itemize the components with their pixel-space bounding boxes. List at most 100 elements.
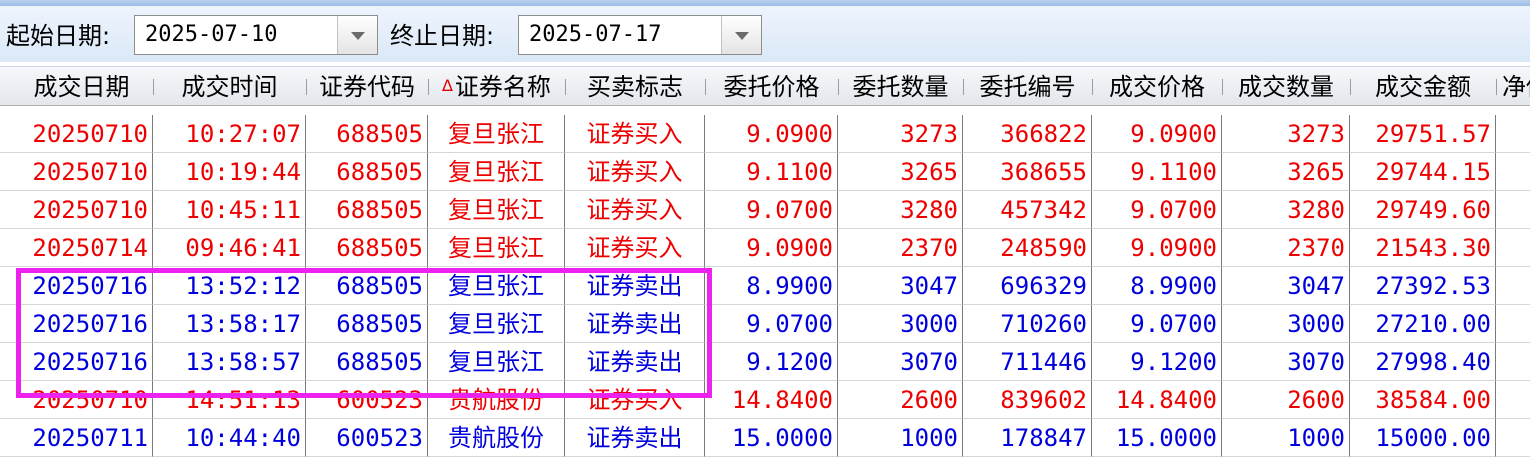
cell-order-qty: 2600 [838,381,963,419]
cell-trade-time: 10:45:11 [153,191,306,229]
grid-header: 成交日期 成交时间 证券代码 ∆证券名称 买卖标志 委托价格 委托数量 委托编号 成交价格 成交数… [0,66,1530,106]
cell-fill-qty: 3273 [1222,115,1350,153]
end-date-dropdown-button[interactable] [721,16,761,54]
column-header-security-code[interactable]: 证券代码 [306,67,428,105]
cell-trade-time: 10:44:40 [153,419,306,457]
column-header-label: 成交价格 [1109,73,1205,101]
end-date-label: 终止日期: [390,22,495,50]
cell-order-qty: 2370 [838,229,963,267]
cell-order-id: 366822 [963,115,1092,153]
table-row[interactable]: 20250710 10:27:07 688505 复旦张江 证券买入 9.0900 3273… [0,115,1530,153]
chevron-down-icon [351,32,365,40]
cell-net-commission [1496,419,1530,457]
cell-trade-date: 20250716 [0,267,153,305]
cell-trade-time: 13:58:57 [153,343,306,381]
cell-fill-qty: 2600 [1222,381,1350,419]
cell-trade-time: 13:52:12 [153,267,306,305]
cell-order-qty: 3070 [838,343,963,381]
date-filter-toolbar: 起始日期: 2025-07-10 终止日期: 2025-07-17 [0,6,1530,62]
cell-security-code: 688505 [306,229,428,267]
cell-fill-qty: 3070 [1222,343,1350,381]
cell-order-price: 8.9900 [705,267,838,305]
cell-order-price: 9.0700 [705,191,838,229]
cell-security-code: 600523 [306,419,428,457]
cell-trade-date: 20250710 [0,115,153,153]
chevron-down-icon [735,32,749,40]
table-row[interactable]: 20250710 10:45:11 688505 复旦张江 证券买入 9.0700 3280… [0,191,1530,229]
table-row[interactable]: 20250711 10:44:40 600523 贵航股份 证券卖出 15.0000 100… [0,419,1530,457]
cell-net-commission [1496,153,1530,191]
cell-net-commission [1496,229,1530,267]
cell-net-commission [1496,343,1530,381]
cell-fill-qty: 1000 [1222,419,1350,457]
cell-security-name: 贵航股份 [428,381,565,419]
cell-fill-price: 15.0000 [1092,419,1222,457]
column-header-trade-date[interactable]: 成交日期 [0,67,153,105]
cell-security-name: 复旦张江 [428,267,565,305]
table-row[interactable]: 20250710 10:19:44 688505 复旦张江 证券买入 9.1100 3265… [0,153,1530,191]
column-header-label: 净佣 [1502,73,1530,101]
table-row[interactable]: 20250716 13:58:57 688505 复旦张江 证券卖出 9.1200 3070… [0,343,1530,381]
column-header-label: 证券代码 [319,73,415,101]
column-header-fill-amount[interactable]: 成交金额 [1350,67,1496,105]
cell-fill-price: 9.0900 [1092,229,1222,267]
table-row[interactable]: 20250710 14:51:13 600523 贵航股份 证券买入 14.8400 260… [0,381,1530,419]
cell-side: 证券买入 [565,115,705,153]
column-header-label: 证券名称 [454,73,551,101]
cell-fill-amount: 29744.15 [1350,153,1496,191]
column-header-label: 委托数量 [852,73,949,101]
column-header-fill-price[interactable]: 成交价格 [1092,67,1222,105]
cell-fill-qty: 3280 [1222,191,1350,229]
cell-fill-amount: 27210.00 [1350,305,1496,343]
cell-security-name: 复旦张江 [428,305,565,343]
column-header-security-name[interactable]: ∆证券名称 [428,67,565,105]
start-date-value[interactable]: 2025-07-10 [145,16,277,54]
cell-order-price: 9.0700 [705,305,838,343]
cell-security-code: 688505 [306,305,428,343]
cell-security-name: 复旦张江 [428,115,565,153]
cell-net-commission [1496,305,1530,343]
cell-side: 证券卖出 [565,305,705,343]
column-header-order-id[interactable]: 委托编号 [963,67,1092,105]
cell-order-qty: 3000 [838,305,963,343]
cell-order-price: 9.0900 [705,115,838,153]
column-header-side[interactable]: 买卖标志 [565,67,705,105]
cell-security-code: 688505 [306,267,428,305]
table-row[interactable]: 20250716 13:58:17 688505 复旦张江 证券卖出 9.0700 3000… [0,305,1530,343]
cell-net-commission [1496,115,1530,153]
cell-fill-price: 14.8400 [1092,381,1222,419]
cell-order-id: 248590 [963,229,1092,267]
cell-order-qty: 3280 [838,191,963,229]
cell-fill-price: 9.0900 [1092,115,1222,153]
cell-trade-time: 10:19:44 [153,153,306,191]
cell-order-qty: 1000 [838,419,963,457]
table-row[interactable]: 20250714 09:46:41 688505 复旦张江 证券买入 9.0900 2370… [0,229,1530,267]
column-header-fill-qty[interactable]: 成交数量 [1222,67,1350,105]
cell-net-commission [1496,381,1530,419]
cell-trade-date: 20250716 [0,305,153,343]
end-date-value[interactable]: 2025-07-17 [529,16,661,54]
cell-security-code: 688505 [306,153,428,191]
column-header-trade-time[interactable]: 成交时间 [153,67,306,105]
cell-fill-price: 9.1100 [1092,153,1222,191]
table-row[interactable]: 20250716 13:52:12 688505 复旦张江 证券卖出 8.9900 3047… [0,267,1530,305]
sort-ascending-icon: ∆ [442,76,453,95]
start-date-combo[interactable]: 2025-07-10 [134,15,378,55]
cell-order-qty: 3273 [838,115,963,153]
cell-side: 证券买入 [565,153,705,191]
cell-security-name: 复旦张江 [428,343,565,381]
end-date-combo[interactable]: 2025-07-17 [518,15,762,55]
cell-trade-date: 20250710 [0,381,153,419]
cell-side: 证券卖出 [565,419,705,457]
column-header-label: 成交时间 [181,73,278,101]
cell-order-id: 839602 [963,381,1092,419]
column-header-net-commission[interactable]: 净佣 [1496,67,1530,105]
cell-order-price: 9.1200 [705,343,838,381]
column-header-order-price[interactable]: 委托价格 [705,67,838,105]
cell-fill-qty: 3000 [1222,305,1350,343]
cell-trade-time: 14:51:13 [153,381,306,419]
start-date-dropdown-button[interactable] [337,16,377,54]
cell-fill-qty: 2370 [1222,229,1350,267]
cell-order-id: 711446 [963,343,1092,381]
column-header-order-qty[interactable]: 委托数量 [838,67,963,105]
